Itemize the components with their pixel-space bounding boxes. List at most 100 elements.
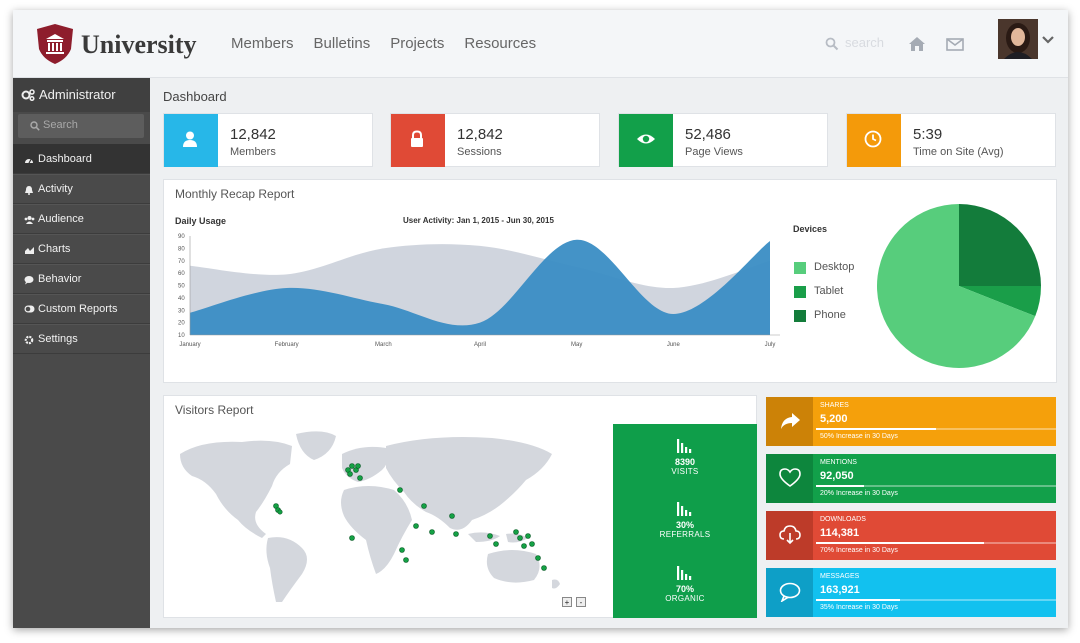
stat-icon-box [164, 114, 218, 167]
sidebar-item-charts[interactable]: Charts [13, 234, 150, 264]
social-sub: 70% Increase in 30 Days [820, 547, 898, 554]
social-value: 163,921 [820, 584, 860, 596]
comment-icon [24, 276, 34, 285]
y-tick-label: 20 [178, 321, 185, 327]
social-key: MENTIONS [820, 459, 857, 466]
avatar-portrait [998, 19, 1038, 59]
nav-bulletins[interactable]: Bulletins [314, 35, 371, 52]
social-card-messages[interactable]: MESSAGES 163,921 35% Increase in 30 Days [766, 568, 1056, 617]
header-search[interactable]: search [825, 34, 905, 54]
map-landmass [180, 431, 560, 602]
social-card-shares[interactable]: SHARES 5,200 50% Increase in 30 Days [766, 397, 1056, 446]
stat-icon-box [391, 114, 445, 167]
chevron-down-icon[interactable] [1042, 36, 1054, 44]
stat-icon-box [847, 114, 901, 167]
referrals-label: REFERRALS [659, 530, 711, 539]
stat-card-time-on-site[interactable]: 5:39 Time on Site (Avg) [846, 113, 1056, 167]
sidebar-item-audience[interactable]: Audience [13, 204, 150, 234]
social-progress-fill [816, 428, 936, 430]
university-shield-logo-icon[interactable] [35, 23, 75, 65]
home-icon[interactable] [908, 36, 926, 52]
social-sub: 35% Increase in 30 Days [820, 604, 898, 611]
chart-subtitle: User Activity: Jan 1, 2015 - Jun 30, 201… [403, 216, 554, 225]
sidebar-item-label: Behavior [38, 273, 82, 285]
stat-value: 5:39 [913, 126, 943, 143]
legend-label: Tablet [814, 285, 844, 297]
social-progress [816, 428, 1056, 430]
stat-label: Time on Site (Avg) [913, 146, 1004, 158]
social-value: 114,381 [820, 527, 860, 539]
social-progress-fill [816, 485, 864, 487]
y-tick-label: 80 [178, 246, 185, 252]
sidebar-item-label: Dashboard [38, 153, 92, 165]
sidebar-item-activity[interactable]: Activity [13, 174, 150, 204]
sidebar-search-input[interactable]: Search [18, 114, 144, 138]
y-tick-label: 50 [178, 284, 185, 290]
nav-members[interactable]: Members [231, 35, 294, 52]
sidebar-item-label: Custom Reports [38, 303, 118, 315]
stat-card-members[interactable]: 12,842 Members [163, 113, 373, 167]
stat-label: Sessions [457, 146, 502, 158]
sidebar-item-settings[interactable]: Settings [13, 324, 150, 354]
social-key: MESSAGES [820, 573, 860, 580]
social-progress [816, 542, 1056, 544]
sidebar-item-dashboard[interactable]: Dashboard [13, 144, 150, 174]
stat-label: Members [230, 146, 276, 158]
gear-icon [24, 335, 34, 345]
stat-card-page-views[interactable]: 52,486 Page Views [618, 113, 828, 167]
user-avatar[interactable] [998, 19, 1038, 59]
top-bar: University Members Bulletins Projects Re… [13, 10, 1068, 78]
social-card-mentions[interactable]: MENTIONS 92,050 20% Increase in 30 Days [766, 454, 1056, 503]
search-icon [30, 121, 40, 131]
monthly-recap-panel: Monthly Recap Report Daily Usage User Ac… [163, 179, 1057, 383]
social-progress [816, 485, 1056, 487]
organic-stat: 70% ORGANIC [613, 565, 757, 603]
x-tick-label: February [275, 342, 299, 348]
sidebar: Administrator Search Dashboard Activity [13, 78, 150, 628]
page-title: Dashboard [163, 89, 227, 104]
panel-title: Monthly Recap Report [175, 187, 295, 201]
visits-value: 8390 [674, 457, 696, 467]
social-card-downloads[interactable]: DOWNLOADS 114,381 70% Increase in 30 Day… [766, 511, 1056, 560]
devices-pie-chart [877, 204, 1041, 368]
map-zoom-out-button[interactable]: - [576, 597, 586, 607]
stat-value: 12,842 [457, 126, 503, 143]
referrals-value: 30% [675, 520, 694, 530]
sidebar-header: Administrator [13, 78, 150, 112]
map-zoom-in-button[interactable]: + [562, 597, 572, 607]
visits-stat: 8390 VISITS [613, 438, 757, 476]
world-map[interactable] [172, 424, 612, 604]
social-icon-box [766, 511, 813, 560]
stat-icon-box [619, 114, 673, 167]
social-progress [816, 599, 1056, 601]
social-key: DOWNLOADS [820, 516, 866, 523]
x-tick-label: July [765, 342, 776, 348]
search-icon [825, 37, 839, 51]
social-icon-box [766, 568, 813, 617]
organic-label: ORGANIC [665, 594, 705, 603]
x-tick-label: June [667, 342, 681, 348]
sidebar-item-custom-reports[interactable]: Custom Reports [13, 294, 150, 324]
x-tick-label: May [571, 342, 582, 348]
bar-chart-icon [677, 439, 692, 453]
nav-projects[interactable]: Projects [390, 35, 444, 52]
daily-usage-area-chart: 10 20 30 40 50 60 70 80 90 January February March Ap… [178, 234, 780, 348]
users-icon [24, 216, 35, 224]
mail-icon[interactable] [946, 38, 964, 51]
social-sub: 20% Increase in 30 Days [820, 490, 898, 497]
cloud-download-icon [779, 525, 801, 545]
social-progress-fill [816, 599, 900, 601]
brand-name[interactable]: University [81, 30, 197, 60]
x-tick-label: March [375, 342, 392, 348]
pie-slice-phone[interactable] [959, 204, 1041, 286]
lock-icon [411, 130, 423, 147]
legend-label: Desktop [814, 261, 855, 273]
stat-card-sessions[interactable]: 12,842 Sessions [390, 113, 600, 167]
legend-swatch [794, 310, 806, 322]
organic-value: 70% [675, 584, 694, 594]
nav-resources[interactable]: Resources [464, 35, 536, 52]
panel-title: Visitors Report [175, 403, 254, 417]
gears-icon [21, 89, 35, 101]
chat-icon [779, 582, 801, 602]
sidebar-item-behavior[interactable]: Behavior [13, 264, 150, 294]
